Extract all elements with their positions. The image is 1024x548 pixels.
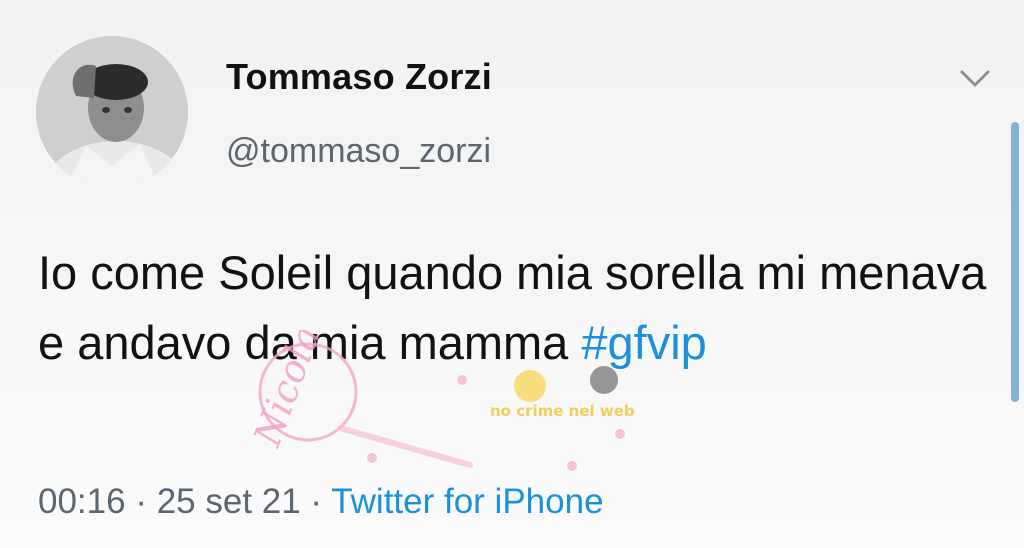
tweet-card: Tommaso Zorzi @tommaso_zorzi Io come Sol…	[0, 0, 1024, 548]
svg-text:no crime nel web: no crime nel web	[490, 402, 635, 420]
chevron-down-icon[interactable]	[958, 64, 992, 92]
tweet-date: 25 set 21	[156, 482, 301, 521]
meta-separator: ·	[300, 482, 332, 521]
tweet-text: Io come Soleil quando mia sorella mi men…	[38, 238, 998, 378]
author-name[interactable]: Tommaso Zorzi	[226, 56, 492, 98]
hashtag-link[interactable]: #gfvip	[581, 316, 706, 369]
tweet-meta: 00:16 · 25 set 21 · Twitter for iPhone	[38, 482, 604, 522]
meta-separator: ·	[125, 482, 157, 521]
scrollbar[interactable]	[1011, 122, 1019, 402]
tweet-body: Io come Soleil quando mia sorella mi men…	[38, 246, 1000, 369]
tweet-time: 00:16	[38, 482, 126, 521]
profile-photo	[36, 36, 188, 188]
author-handle[interactable]: @tommaso_zorzi	[226, 132, 491, 171]
tweet-source-link[interactable]: Twitter for iPhone	[331, 482, 603, 521]
avatar[interactable]	[36, 36, 188, 188]
